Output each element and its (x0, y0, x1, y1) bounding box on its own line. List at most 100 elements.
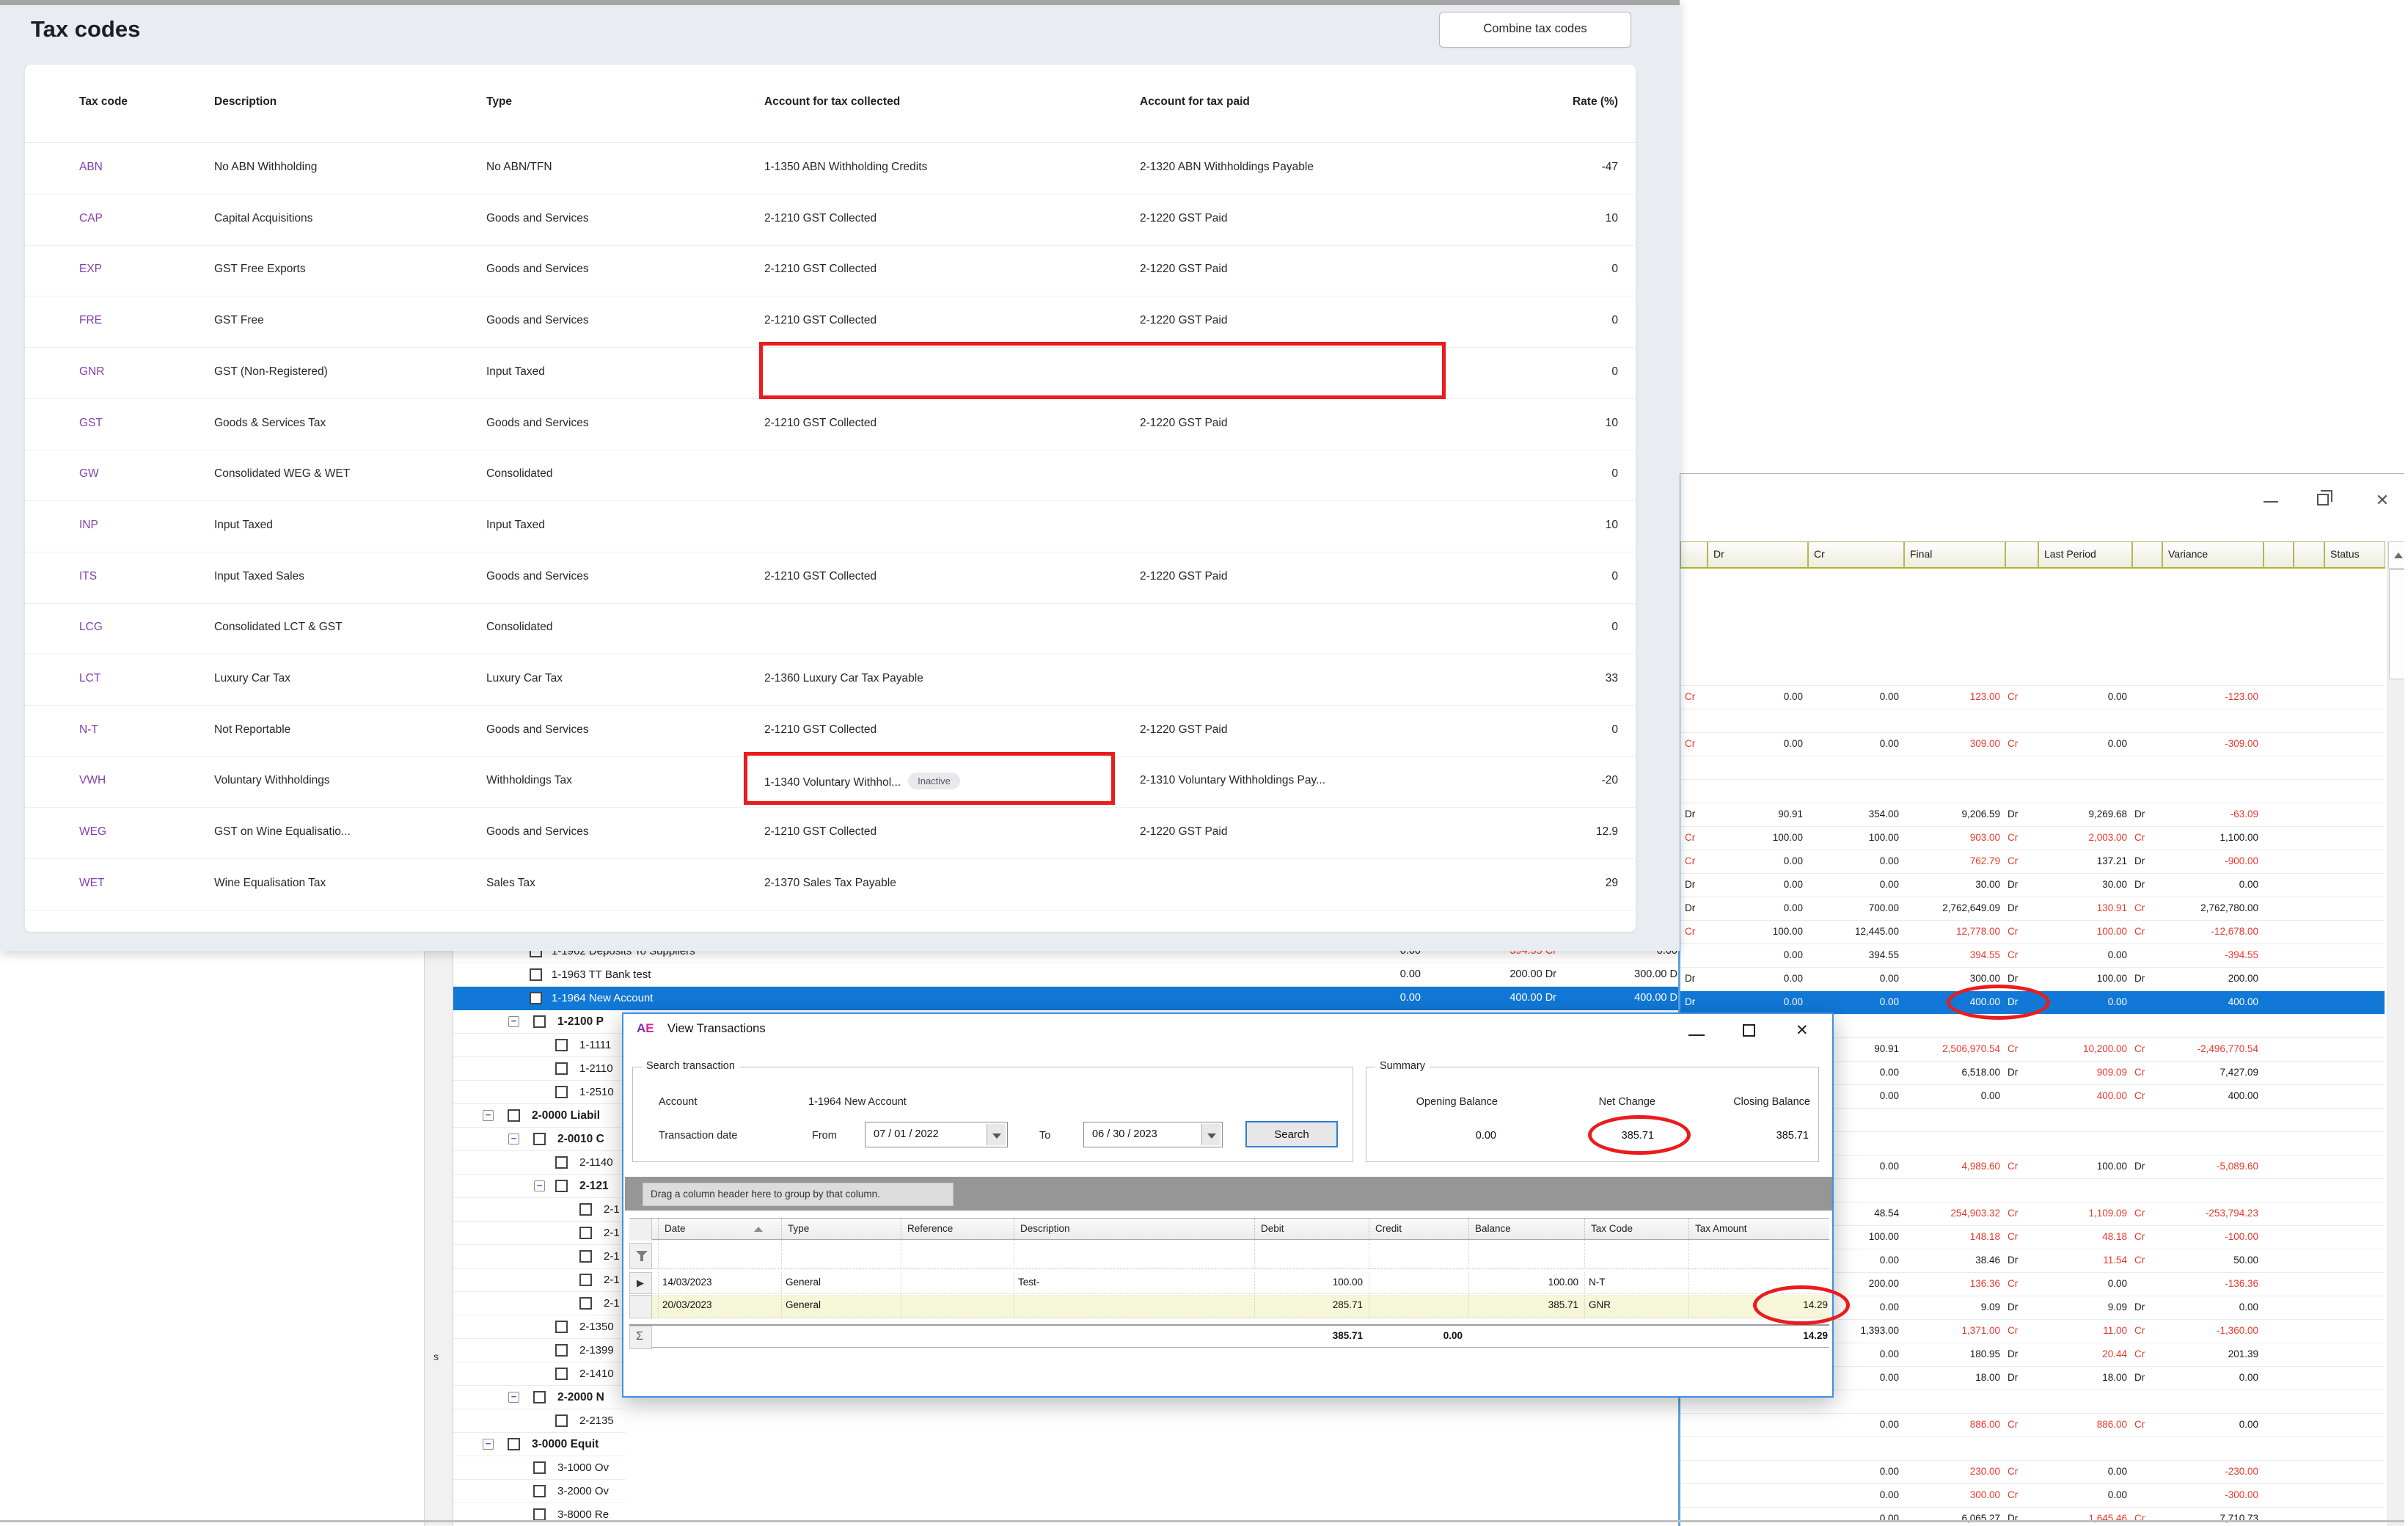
tax-code-row[interactable]: WEGGST on Wine Equalisatio...Goods and S… (25, 808, 1636, 859)
tree-checkbox[interactable] (579, 1203, 592, 1216)
trial-balance-row[interactable]: 0.00230.00Cr0.00-230.00 (1680, 1461, 2385, 1484)
collapse-expander-icon[interactable]: − (483, 1110, 494, 1121)
tax-code-row[interactable]: ABNNo ABN WithholdingNo ABN/TFN1-1350 AB… (25, 143, 1636, 194)
transactions-column-header[interactable]: Balance (1468, 1219, 1584, 1241)
transaction-row[interactable]: ▶14/03/2023GeneralTest-100.00100.00N-T (629, 1272, 1829, 1294)
vertical-scrollbar[interactable] (2387, 541, 2404, 1526)
trial-balance-row[interactable]: Cr100.00100.00903.00Cr2,003.00Cr1,100.00 (1680, 827, 2385, 850)
scrollbar-thumb[interactable] (2389, 569, 2404, 679)
tree-item[interactable]: 1-1111 (453, 1034, 626, 1057)
trial-balance-row[interactable]: 0.00300.00Cr0.00-300.00 (1680, 1484, 2385, 1508)
collapsed-sidebar-strip[interactable]: s (424, 951, 453, 1526)
trial-balance-row[interactable]: Dr0.000.00300.00Dr100.00Dr200.00 (1680, 968, 2385, 991)
tree-item[interactable]: 2-1 (453, 1245, 626, 1268)
close-icon[interactable]: ✕ (2374, 492, 2391, 510)
collapse-expander-icon[interactable]: − (508, 1016, 519, 1027)
tax-code-row[interactable]: WETWine Equalisation TaxSales Tax2-1370 … (25, 859, 1636, 910)
grid-header-status[interactable]: Status (2324, 541, 2385, 569)
transactions-column-header[interactable]: Debit (1254, 1219, 1369, 1241)
transactions-column-header[interactable]: Description (1014, 1219, 1254, 1241)
transactions-column-header[interactable]: Reference (901, 1219, 1014, 1241)
minimize-icon[interactable] (2264, 492, 2278, 503)
tree-item[interactable]: 1-2510 (453, 1081, 626, 1104)
tree-checkbox[interactable] (555, 1344, 568, 1357)
tree-checkbox[interactable] (508, 1109, 520, 1122)
tree-checkbox[interactable] (533, 1133, 546, 1145)
from-date-select[interactable]: 07 / 01 / 2022 (865, 1122, 1008, 1147)
grid-header-cr[interactable]: Cr (1808, 541, 1904, 569)
account-row[interactable]: 1-1963 TT Bank test0.00200.00 Dr300.00 D (453, 963, 1678, 987)
tree-checkbox[interactable] (555, 1368, 568, 1380)
account-checkbox[interactable] (530, 992, 542, 1004)
tree-item[interactable]: −2-0000 Liabil (453, 1104, 626, 1128)
tree-checkbox[interactable] (555, 1180, 568, 1192)
trial-balance-row[interactable]: Cr0.000.00123.00Cr0.00-123.00 (1680, 686, 2385, 709)
tax-code-link[interactable]: FRE (79, 314, 102, 327)
tax-code-link[interactable]: EXP (79, 263, 102, 276)
collapse-expander-icon[interactable]: − (508, 1392, 519, 1403)
grid-header-blank[interactable] (2294, 541, 2324, 569)
transactions-column-header[interactable]: Date (658, 1219, 781, 1241)
tax-code-row[interactable]: LCTLuxury Car TaxLuxury Car Tax2-1360 Lu… (25, 654, 1636, 706)
grid-header-dr[interactable]: Dr (1708, 541, 1808, 569)
tree-item[interactable]: −3-0000 Equit (453, 1433, 626, 1456)
tree-item[interactable]: 2-1 (453, 1268, 626, 1292)
tax-code-row[interactable]: CAPCapital AcquisitionsGoods and Service… (25, 194, 1636, 246)
from-date-dropdown-icon[interactable] (987, 1124, 1006, 1145)
tree-item[interactable]: 3-1000 Ov (453, 1456, 626, 1480)
tax-code-link[interactable]: GNR (79, 365, 104, 379)
trial-balance-row[interactable]: 0.006,065.27Dr1,645.46Cr7,710.73 (1680, 1508, 2385, 1526)
grid-header-blank[interactable] (2132, 541, 2162, 569)
tree-checkbox[interactable] (555, 1156, 568, 1169)
transactions-column-header[interactable]: Credit (1369, 1219, 1468, 1241)
tree-checkbox[interactable] (555, 1039, 568, 1051)
tree-checkbox[interactable] (533, 1391, 546, 1403)
grid-header-final[interactable]: Final (1904, 541, 2005, 569)
trial-balance-row[interactable]: Cr100.0012,445.0012,778.00Cr100.00Cr-12,… (1680, 921, 2385, 944)
to-date-dropdown-icon[interactable] (1201, 1124, 1221, 1145)
tree-checkbox[interactable] (579, 1297, 592, 1310)
tree-checkbox[interactable] (579, 1274, 592, 1286)
trial-balance-row[interactable]: Cr0.000.00762.79Cr137.21Dr-900.00 (1680, 850, 2385, 874)
tax-code-row[interactable]: N-TNot ReportableGoods and Services2-121… (25, 706, 1636, 757)
tree-item[interactable]: 2-1399 (453, 1339, 626, 1362)
tree-item[interactable]: 3-8000 Re (453, 1503, 626, 1526)
tree-checkbox[interactable] (555, 1086, 568, 1098)
trial-balance-row[interactable]: 0.00394.55394.55Cr0.00-394.55 (1680, 944, 2385, 968)
restore-icon[interactable] (2317, 494, 2329, 505)
tree-checkbox[interactable] (555, 1062, 568, 1075)
trial-balance-row[interactable]: Dr0.000.0030.00Dr30.00Dr0.00 (1680, 874, 2385, 897)
tree-item[interactable]: 2-1140 (453, 1151, 626, 1175)
dialog-close-icon[interactable]: ✕ (1796, 1021, 1812, 1036)
grid-header-blank[interactable] (2264, 541, 2294, 569)
tree-item[interactable]: 2-1410 (453, 1362, 626, 1386)
grid-header-variance[interactable]: Variance (2162, 541, 2264, 569)
tree-checkbox[interactable] (555, 1414, 568, 1427)
dialog-minimize-icon[interactable] (1688, 1029, 1705, 1036)
transaction-row[interactable]: 20/03/2023General285.71385.71GNR14.29 (629, 1295, 1829, 1318)
search-button[interactable]: Search (1245, 1121, 1338, 1147)
collapse-expander-icon[interactable]: − (534, 1180, 545, 1191)
account-checkbox[interactable] (530, 968, 542, 981)
tree-item[interactable]: 3-2000 Ov (453, 1480, 626, 1503)
tree-checkbox[interactable] (533, 1508, 546, 1521)
trial-balance-row[interactable]: Dr0.00700.002,762,649.09Dr130.91Cr2,762,… (1680, 897, 2385, 921)
tax-code-link[interactable]: VWH (79, 774, 106, 787)
combine-tax-codes-button[interactable]: Combine tax codes (1439, 12, 1631, 48)
tree-item[interactable]: 2-1 (453, 1198, 626, 1222)
tax-code-link[interactable]: ITS (79, 570, 97, 583)
tree-checkbox[interactable] (533, 1461, 546, 1474)
scroll-up-button[interactable] (2388, 541, 2404, 569)
tree-item[interactable]: −2-2000 N (453, 1386, 626, 1409)
tax-code-link[interactable]: WEG (79, 825, 106, 839)
tax-code-link[interactable]: GST (79, 417, 103, 430)
tree-item[interactable]: −1-2100 P (453, 1010, 626, 1034)
tax-code-link[interactable]: WET (79, 877, 104, 890)
tax-code-row[interactable]: GSTGoods & Services TaxGoods and Service… (25, 399, 1636, 450)
tax-code-row[interactable]: FREGST FreeGoods and Services2-1210 GST … (25, 296, 1636, 348)
tax-code-row[interactable]: EXPGST Free ExportsGoods and Services2-1… (25, 245, 1636, 296)
tree-item[interactable]: 2-1 (453, 1292, 626, 1315)
collapse-expander-icon[interactable]: − (483, 1439, 494, 1450)
tree-item[interactable]: 1-2110 (453, 1057, 626, 1081)
tax-code-row[interactable]: GWConsolidated WEG & WETConsolidated0 (25, 450, 1636, 501)
